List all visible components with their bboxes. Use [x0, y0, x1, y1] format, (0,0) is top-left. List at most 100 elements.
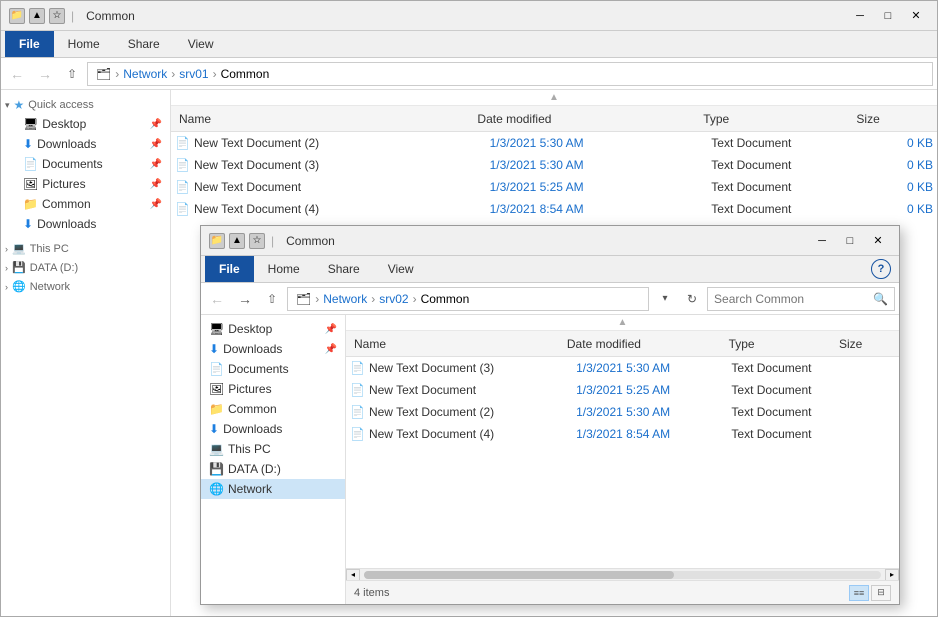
- tab-share-2[interactable]: Share: [314, 256, 374, 282]
- col-header-type-2[interactable]: Type: [725, 337, 835, 351]
- network-section[interactable]: › 🌐 Network: [1, 276, 170, 295]
- sidebar-item-data-d-2[interactable]: 💾 DATA (D:): [201, 459, 345, 479]
- tab-home-2[interactable]: Home: [254, 256, 314, 282]
- sidebar-item-downloads-2[interactable]: ⬇ Downloads 📌: [201, 339, 345, 359]
- this-pc-icon-2: 💻: [209, 442, 224, 456]
- scroll-left-button[interactable]: ◂: [346, 569, 360, 581]
- address-bar-1[interactable]: 🗂 › Network › srv01 › Common: [87, 62, 933, 86]
- desktop-icon: 🖥: [23, 117, 38, 131]
- drive-icon: 💾: [12, 261, 26, 274]
- sidebar-item-desktop-2[interactable]: 🖥 Desktop 📌: [201, 319, 345, 339]
- h-scrollbar-2[interactable]: ◂ ▸: [346, 568, 899, 580]
- file-row-1-1[interactable]: 📄 New Text Document (2) 1/3/2021 5:30 AM…: [171, 132, 937, 154]
- win1-minimize-button[interactable]: ─: [847, 6, 873, 26]
- file-row-1-4[interactable]: 📄 New Text Document (4) 1/3/2021 8:54 AM…: [171, 198, 937, 220]
- name-sort-arrow-2: ▲: [350, 317, 895, 328]
- desktop-icon-2: 🖥: [209, 322, 224, 336]
- win2-close-button[interactable]: ✕: [865, 231, 891, 251]
- pin-icon-4: 📌: [150, 179, 162, 190]
- col-header-size-2[interactable]: Size: [835, 337, 895, 351]
- h-scroll-track[interactable]: [364, 571, 881, 579]
- pin-icon-3: 📌: [150, 159, 162, 170]
- data-d-section[interactable]: › 💾 DATA (D:): [1, 257, 170, 276]
- sidebar-item-downloads2-1[interactable]: ⬇ Downloads: [1, 214, 170, 234]
- sidebar-item-network-2[interactable]: 🌐 Network: [201, 479, 345, 499]
- back-button-2[interactable]: ←: [205, 287, 229, 311]
- up-button-1[interactable]: ⇧: [61, 63, 83, 85]
- address-bar-2[interactable]: 🗂 › Network › srv02 › Common: [287, 287, 649, 311]
- download2-icon: ⬇: [23, 217, 33, 231]
- doc-icon-2-3: 📄: [350, 405, 365, 419]
- win2-minimize-button[interactable]: ─: [809, 231, 835, 251]
- sidebar-item-pictures-2[interactable]: 🖼 Pictures: [201, 379, 345, 399]
- view-details-button[interactable]: ≡≡: [849, 585, 869, 601]
- col-header-date-2[interactable]: Date modified: [563, 337, 725, 351]
- breadcrumb-network-2: Network: [323, 292, 367, 306]
- help-button-2[interactable]: ?: [871, 259, 891, 279]
- tab-file-2[interactable]: File: [205, 256, 254, 282]
- documents-icon-2: 📄: [209, 362, 224, 376]
- file-row-2-2[interactable]: 📄 New Text Document 1/3/2021 5:25 AM Tex…: [346, 379, 899, 401]
- sidebar-item-common-1[interactable]: 📁 Common 📌: [1, 194, 170, 214]
- col-header-size-1[interactable]: Size: [852, 112, 933, 126]
- quick-access-icon: ☆: [49, 8, 65, 24]
- file-row-2-4[interactable]: 📄 New Text Document (4) 1/3/2021 8:54 AM…: [346, 423, 899, 445]
- win1-controls: ─ □ ✕: [847, 6, 929, 26]
- up-button-2[interactable]: ⇧: [261, 288, 283, 310]
- tab-home-1[interactable]: Home: [54, 31, 114, 57]
- file-list-header-1: Name Date modified Type Size: [171, 106, 937, 132]
- forward-button-1[interactable]: →: [33, 62, 57, 86]
- window1-title: Common: [86, 9, 135, 23]
- file-row-1-3[interactable]: 📄 New Text Document 1/3/2021 5:25 AM Tex…: [171, 176, 937, 198]
- breadcrumb-dropdown-button[interactable]: ▾: [653, 287, 677, 311]
- scroll-right-button[interactable]: ▸: [885, 569, 899, 581]
- data-d-label: DATA (D:): [30, 262, 78, 274]
- view-buttons-2: ≡≡ ⊟: [849, 585, 891, 601]
- pin-icon-2b: 📌: [325, 344, 337, 355]
- tab-share-1[interactable]: Share: [114, 31, 174, 57]
- col-header-type-1[interactable]: Type: [699, 112, 852, 126]
- up-icon-2: ▲: [229, 233, 245, 249]
- sidebar-item-common-2[interactable]: 📁 Common: [201, 399, 345, 419]
- sidebar-item-this-pc-2[interactable]: 💻 This PC: [201, 439, 345, 459]
- sidebar-item-documents-2[interactable]: 📄 Documents: [201, 359, 345, 379]
- file-row-1-2[interactable]: 📄 New Text Document (3) 1/3/2021 5:30 AM…: [171, 154, 937, 176]
- back-button-1[interactable]: ←: [5, 62, 29, 86]
- pin-icon: 📌: [150, 119, 162, 130]
- forward-button-2[interactable]: →: [233, 287, 257, 311]
- common-folder-icon: 📁: [23, 197, 38, 211]
- breadcrumb-common-1: Common: [221, 67, 270, 81]
- col-header-name-2[interactable]: Name: [350, 337, 563, 351]
- chevron-this-pc-icon: ›: [5, 244, 8, 254]
- this-pc-label: This PC: [30, 243, 69, 255]
- breadcrumb-icon-2: 🗂: [296, 292, 311, 306]
- title-bar-1: 📁 ▲ ☆ | Common ─ □ ✕: [1, 1, 937, 31]
- search-icon-2: 🔍: [873, 292, 888, 306]
- doc-icon-2-2: 📄: [350, 383, 365, 397]
- col-header-name-1[interactable]: Name: [175, 112, 473, 126]
- tab-file-1[interactable]: File: [5, 31, 54, 57]
- tab-view-2[interactable]: View: [374, 256, 428, 282]
- win1-close-button[interactable]: ✕: [903, 6, 929, 26]
- search-box-2[interactable]: 🔍: [707, 287, 895, 311]
- pictures-icon-2: 🖼: [209, 382, 224, 396]
- file-row-2-3[interactable]: 📄 New Text Document (2) 1/3/2021 5:30 AM…: [346, 401, 899, 423]
- win1-maximize-button[interactable]: □: [875, 6, 901, 26]
- col-header-date-1[interactable]: Date modified: [473, 112, 699, 126]
- tab-view-1[interactable]: View: [174, 31, 228, 57]
- refresh-button-2[interactable]: ↻: [681, 288, 703, 310]
- this-pc-section[interactable]: › 💻 This PC: [1, 238, 170, 257]
- sidebar-item-downloads-1[interactable]: ⬇ Downloads 📌: [1, 134, 170, 154]
- file-row-2-1[interactable]: 📄 New Text Document (3) 1/3/2021 5:30 AM…: [346, 357, 899, 379]
- nav-bar-1: ← → ⇧ 🗂 › Network › srv01 › Common: [1, 58, 937, 90]
- documents-icon: 📄: [23, 157, 38, 171]
- sidebar-item-downloads2-2[interactable]: ⬇ Downloads: [201, 419, 345, 439]
- quick-access-section[interactable]: ▾ ★ Quick access: [1, 94, 170, 114]
- search-input-2[interactable]: [714, 292, 869, 306]
- sidebar-item-desktop-1[interactable]: 🖥 Desktop 📌: [1, 114, 170, 134]
- sidebar-item-pictures-1[interactable]: 🖼 Pictures 📌: [1, 174, 170, 194]
- doc-icon-1-4: 📄: [175, 202, 190, 216]
- win2-maximize-button[interactable]: □: [837, 231, 863, 251]
- view-content-button[interactable]: ⊟: [871, 585, 891, 601]
- sidebar-item-documents-1[interactable]: 📄 Documents 📌: [1, 154, 170, 174]
